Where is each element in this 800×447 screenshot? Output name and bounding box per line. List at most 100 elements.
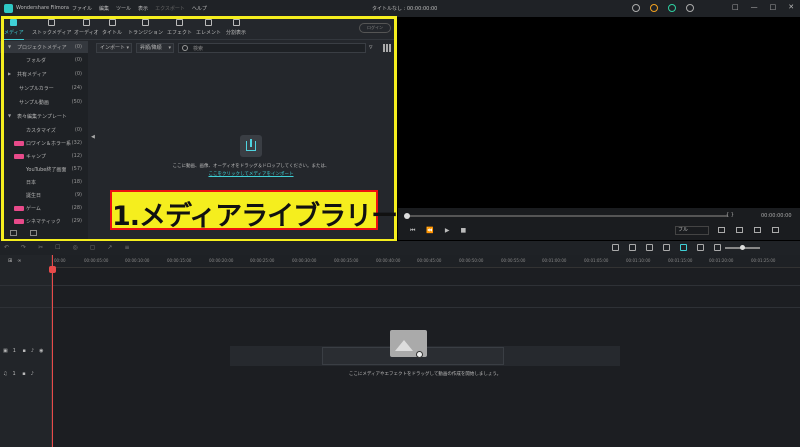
edit-tools: ↶ ↷ ✂ ☐ ◎ ▢ ↗ ≡ [4,244,129,251]
timeline-right-tools [612,244,721,251]
sidebar-item-label: カスタマイズ [26,128,56,134]
sidebar-item-count: (18) [71,179,82,185]
display-icon[interactable] [718,227,725,233]
import-media-link[interactable]: ここをクリックしてメディアをインポート [96,171,406,177]
playback-knob[interactable] [404,213,410,219]
sidebar-item-horror[interactable]: ロワイン＆ホラー系 (32) [0,137,88,149]
import-button[interactable]: インポート [96,43,132,53]
tab-transition[interactable]: トランジション [128,19,163,36]
sort-dropdown[interactable]: 昇順/降順 [136,43,174,53]
collapse-sidebar-icon[interactable]: ◀ [91,134,95,140]
sidebar-item-birthday[interactable]: 誕生日 (9) [0,189,88,201]
menu-tools[interactable]: ツール [116,5,131,12]
sidebar-item-shared-media[interactable]: ▶ 共有メディア (0) [0,68,88,80]
menu-view[interactable]: 表示 [138,5,148,12]
mark-in-out[interactable]: { } [726,212,734,218]
close-button[interactable]: ✕ [788,3,794,11]
preview-screen[interactable] [398,17,800,208]
speed-icon[interactable]: ▢ [90,244,96,251]
audio-track-header: ♫ 1 ▪ ♪ [3,371,55,377]
mute-icon[interactable]: ♪ [31,371,34,377]
playback-buttons: ⏮ ⏪ ▶ ■ [410,227,466,235]
marker-icon[interactable] [629,244,636,251]
fullscreen-icon[interactable] [772,227,779,233]
tab-effect[interactable]: エフェクト [167,19,192,36]
sidebar-item-japan[interactable]: 日本 (18) [0,176,88,188]
volume-icon[interactable] [754,227,761,233]
effect-icon [176,19,183,26]
gift-icon[interactable] [650,4,658,12]
tab-media[interactable]: メディア [4,19,24,40]
snap-icon[interactable] [697,244,704,251]
timeline-zoom-slider[interactable] [725,245,760,250]
preview-zoom-select[interactable]: フル [675,226,709,235]
redo-icon[interactable]: ↷ [21,244,26,251]
video-track-icon: ▣ [3,348,8,354]
sidebar-item-sample-color[interactable]: サンプルカラー (24) [0,82,88,94]
menu-export[interactable]: エクスポート [155,5,185,12]
cloud-icon[interactable] [632,4,640,12]
undo-icon[interactable]: ↶ [4,244,9,251]
tab-title[interactable]: タイトル [102,19,122,36]
sidebar-item-customize[interactable]: カスタマイズ (0) [0,124,88,136]
filter-icon[interactable]: ▿ [369,43,373,51]
maximize-button[interactable]: □ [770,3,777,11]
snapshot-icon[interactable] [736,227,743,233]
ai-icon[interactable] [680,244,687,251]
skip-back-button[interactable]: ⏮ [410,227,415,235]
audio-settings-icon[interactable]: ≡ [124,244,129,251]
play-button[interactable]: ▶ [445,227,450,235]
cut-icon[interactable]: ✂ [38,244,43,251]
lock-icon[interactable]: ▪ [22,371,25,377]
preview-timecode: 00:00:00:00 [761,213,792,219]
zoom-knob[interactable] [740,245,745,250]
tab-split-screen[interactable]: 分割表示 [226,19,246,36]
link-icon[interactable]: ∞ [17,258,21,264]
folder-icon[interactable] [30,230,37,236]
sidebar-item-game[interactable]: ゲーム (28) [0,202,88,214]
render-icon[interactable] [612,244,619,251]
search-input[interactable]: 検索 [178,43,366,53]
playhead[interactable] [52,255,53,447]
add-track-icon[interactable]: ⊞ [8,258,12,264]
new-folder-icon[interactable] [10,230,17,236]
mute-icon[interactable]: ♪ [31,348,34,354]
sidebar-item-youtube-end[interactable]: YouTube終了画面 (57) [0,163,88,175]
menu-edit[interactable]: 編集 [99,5,109,12]
rewind-button[interactable]: ⏪ [426,227,433,235]
playback-slider[interactable] [404,213,728,219]
sidebar-footer [0,225,88,241]
stop-button[interactable]: ■ [461,227,467,235]
playhead-handle[interactable] [49,266,56,273]
tab-element[interactable]: エレメント [196,19,221,36]
crop-icon[interactable]: ☐ [55,244,60,251]
sidebar-item-project-media[interactable]: ▼ プロジェクトメディア (0) [0,41,88,53]
title-icon [108,19,116,26]
tab-label: 分割表示 [226,30,247,36]
color-icon[interactable]: ◎ [72,244,77,251]
keyframe-icon[interactable]: ↗ [107,244,112,251]
import-icon[interactable] [240,135,262,157]
minimize-button[interactable]: — [751,3,758,11]
zoom-out-icon[interactable] [714,244,721,251]
mixer-icon[interactable] [663,244,670,251]
account-icon[interactable] [686,4,694,12]
sidebar-item-camp[interactable]: キャンプ (12) [0,150,88,162]
sidebar-item-sample-video[interactable]: サンプル動画 (50) [0,96,88,108]
chevron-right-icon: ▶ [8,71,12,76]
lock-icon[interactable]: ▪ [23,348,26,354]
login-button[interactable]: ログイン [359,23,391,33]
time-ruler[interactable]: 00:00 00:00:05:00 00:00:10:00 00:00:15:0… [52,255,800,268]
headset-icon[interactable] [668,4,676,12]
save-icon[interactable]: □ [732,3,739,11]
menu-help[interactable]: ヘルプ [192,5,207,12]
menu-file[interactable]: ファイル [72,5,92,12]
sidebar-item-templates[interactable]: ▼ 表々編集テンプレート [0,110,88,122]
mic-icon[interactable] [646,244,653,251]
sidebar-item-label: ゲーム [26,206,41,212]
eye-icon[interactable]: ◉ [39,348,43,354]
grid-view-icon[interactable] [383,44,391,52]
tab-stock-media[interactable]: ストックメディア [32,19,71,36]
tab-audio[interactable]: オーディオ [74,19,99,36]
sidebar-item-folder[interactable]: フォルダ (0) [0,54,88,66]
